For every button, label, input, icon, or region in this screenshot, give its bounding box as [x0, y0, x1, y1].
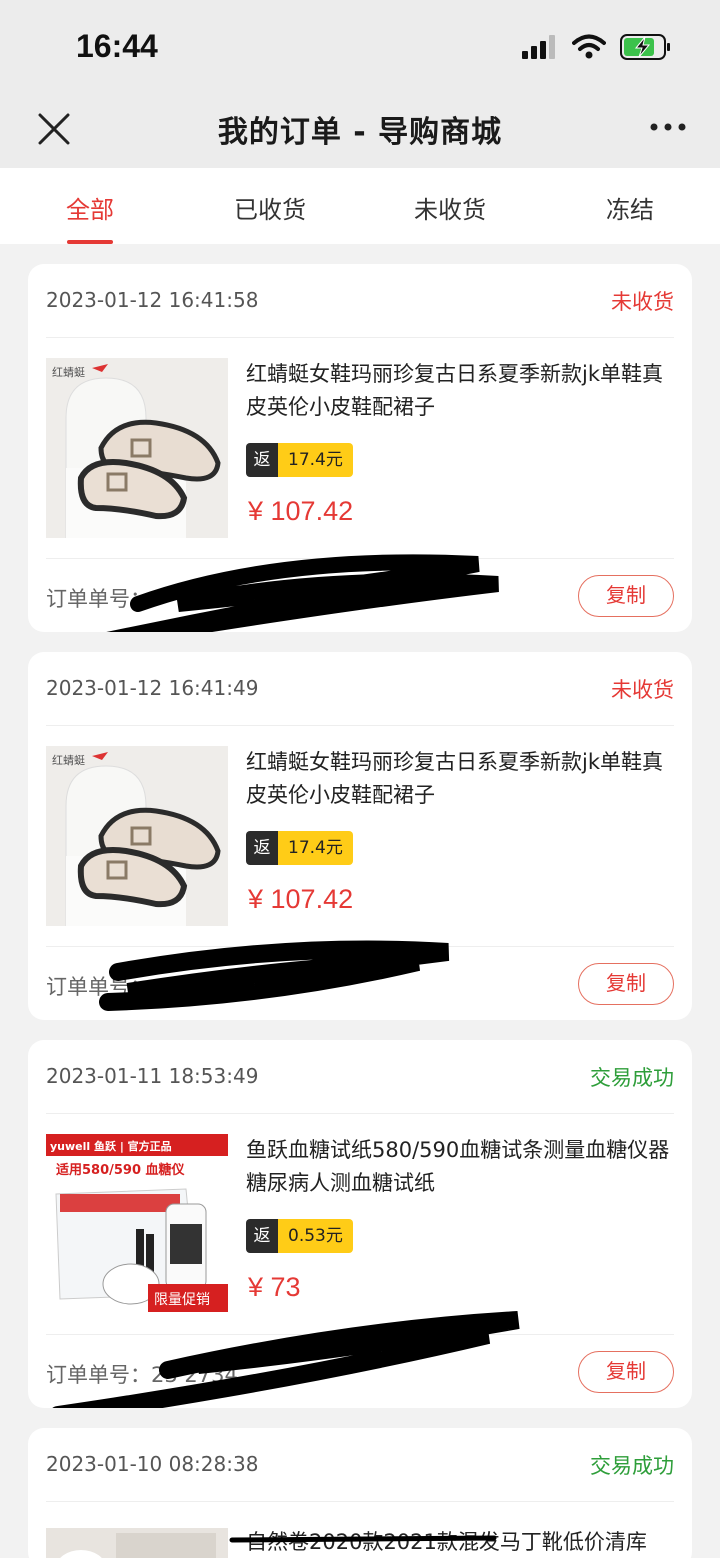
glucose-strip-image: yuwell 鱼跃 | 官方正品 适用580/590 血糖仪 限量促销 [46, 1134, 228, 1314]
copy-button[interactable]: 复制 [578, 963, 674, 1005]
more-icon[interactable] [648, 115, 688, 139]
rebate-amount: 17.4元 [278, 831, 353, 865]
order-header: 2023-01-11 18:53:49 交易成功 [46, 1040, 674, 1114]
brand-logo: 红蜻蜓 [52, 753, 85, 767]
order-number: 订单单号： 77442734 [46, 975, 265, 999]
order-footer: 订单单号：23 2734 复制 [46, 1334, 674, 1408]
rebate-amount: 0.53元 [278, 1219, 353, 1253]
order-footer: 订单单号： 77442734 复制 [46, 946, 674, 1020]
order-date: 2023-01-10 08:28:38 [46, 1452, 259, 1476]
order-card[interactable]: 2023-01-11 18:53:49 交易成功 yuwell 鱼跃 | 官方正… [28, 1040, 692, 1408]
brand-logo: 红蜻蜓 [52, 365, 85, 379]
rebate-amount: 17.4元 [278, 443, 353, 477]
rebate-badge: 返 0.53元 [246, 1219, 353, 1253]
tab-frozen[interactable]: 冻结 [540, 168, 720, 244]
copy-button[interactable]: 复制 [578, 575, 674, 617]
brand-banner: yuwell 鱼跃 | 官方正品 [50, 1139, 172, 1153]
rebate-badge: 返 17.4元 [246, 831, 353, 865]
status-time: 16:44 [76, 28, 158, 64]
rebate-label: 返 [246, 831, 278, 865]
tab-not-received[interactable]: 未收货 [360, 168, 540, 244]
order-card[interactable]: 2023-01-12 16:41:49 未收货 红蜻蜓 红蜻蜓女鞋玛丽珍复古日系… [28, 652, 692, 1020]
product-title[interactable]: 红蜻蜓女鞋玛丽珍复古日系夏季新款jk单鞋真皮英伦小皮鞋配裙子 [246, 746, 682, 812]
tab-all[interactable]: 全部 [0, 168, 180, 244]
order-number: 订单单号：23 2734 [46, 1363, 238, 1387]
product-image[interactable]: yuwell 鱼跃 | 官方正品 适用580/590 血糖仪 限量促销 [46, 1134, 228, 1314]
order-tabs: 全部 已收货 未收货 冻结 [0, 168, 720, 244]
order-footer: 订单单号： 复制 [46, 558, 674, 632]
order-date: 2023-01-11 18:53:49 [46, 1064, 259, 1088]
status-bar: 16:44 [0, 0, 720, 95]
order-header: 2023-01-12 16:41:58 未收货 [46, 264, 674, 338]
order-header: 2023-01-12 16:41:49 未收货 [46, 652, 674, 726]
order-status: 交易成功 [590, 1454, 674, 1478]
order-card[interactable]: 2023-01-12 16:41:58 未收货 红蜻蜓 红蜻蜓女鞋玛丽珍复古日系… [28, 264, 692, 632]
promo-label: 限量促销 [154, 1292, 210, 1308]
battery-charging-icon [620, 34, 670, 60]
page-title: 我的订单 - 导购商城 [217, 115, 503, 150]
order-date: 2023-01-12 16:41:49 [46, 676, 259, 700]
rebate-label: 返 [246, 443, 278, 477]
status-icons [522, 34, 672, 60]
order-status: 交易成功 [590, 1066, 674, 1090]
order-header: 2023-01-10 08:28:38 交易成功 [46, 1428, 674, 1502]
order-status: 未收货 [611, 290, 674, 314]
signal-icon [522, 35, 555, 59]
wifi-icon [572, 34, 606, 59]
product-price: ¥ 73 [248, 1272, 301, 1302]
product-image[interactable]: 红蜻蜓 [46, 746, 228, 926]
product-price: ¥ 107.42 [248, 884, 354, 914]
product-image[interactable] [46, 1528, 228, 1558]
tab-received[interactable]: 已收货 [180, 168, 360, 244]
rebate-label: 返 [246, 1219, 278, 1253]
order-list: 2023-01-12 16:41:58 未收货 红蜻蜓 红蜻蜓女鞋玛丽珍复古日系… [28, 264, 692, 1558]
order-number: 订单单号： [46, 587, 151, 611]
product-title[interactable]: 红蜻蜓女鞋玛丽珍复古日系夏季新款jk单鞋真皮英伦小皮鞋配裙子 [246, 358, 682, 424]
shoe-image: 红蜻蜓 [46, 746, 228, 926]
order-date: 2023-01-12 16:41:58 [46, 288, 259, 312]
title-bar: 我的订单 - 导购商城 [0, 95, 720, 168]
product-title[interactable]: 鱼跃血糖试纸580/590血糖试条测量血糖仪器糖尿病人测血糖试纸 [246, 1134, 682, 1200]
boots-image [46, 1528, 228, 1558]
rebate-badge: 返 17.4元 [246, 443, 353, 477]
copy-button[interactable]: 复制 [578, 1351, 674, 1393]
shoe-image: 红蜻蜓 [46, 358, 228, 538]
product-image[interactable]: 红蜻蜓 [46, 358, 228, 538]
order-status: 未收货 [611, 678, 674, 702]
product-price: ¥ 107.42 [248, 496, 354, 526]
order-card[interactable]: 2023-01-10 08:28:38 交易成功 自然卷2020款2021款混发… [28, 1428, 692, 1558]
product-title[interactable]: 自然卷2020款2021款混发马丁靴低价清库 [246, 1526, 682, 1558]
model-text: 适用580/590 血糖仪 [56, 1162, 186, 1178]
